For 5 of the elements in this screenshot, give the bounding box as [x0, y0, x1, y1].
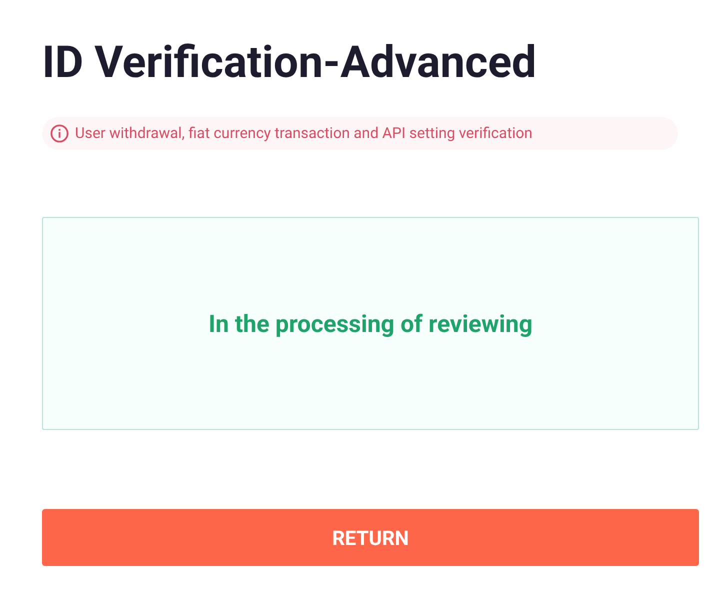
notice-text: User withdrawal, fiat currency transaction and API setting verification: [75, 123, 532, 144]
info-icon: [50, 124, 69, 143]
return-button[interactable]: RETURN: [42, 509, 699, 566]
status-text: In the processing of reviewing: [208, 308, 533, 340]
page-title: ID Verification-Advanced: [42, 35, 536, 90]
